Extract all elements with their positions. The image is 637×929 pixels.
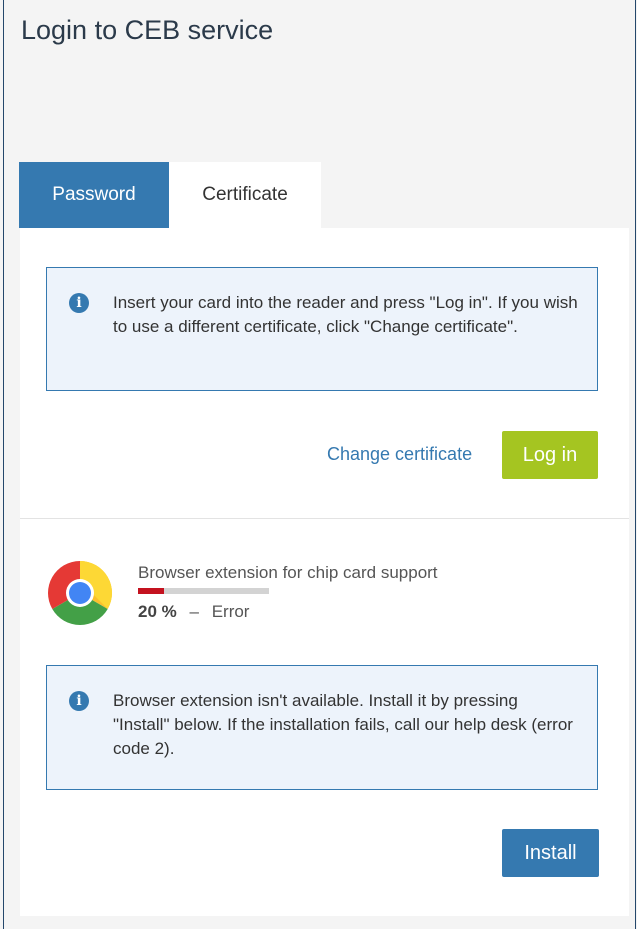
- install-button[interactable]: Install: [502, 829, 599, 877]
- chrome-icon: [48, 561, 112, 625]
- progress-percent: 20 %: [138, 602, 177, 621]
- tab-certificate[interactable]: Certificate: [169, 162, 321, 228]
- status-text: Error: [211, 602, 250, 621]
- info-icon: i: [69, 293, 89, 313]
- extension-info-box: i Browser extension isn't available. Ins…: [46, 665, 598, 790]
- extension-progress-status: 20 % – Error: [138, 602, 249, 622]
- change-certificate-link[interactable]: Change certificate: [327, 444, 472, 465]
- login-button[interactable]: Log in: [502, 431, 598, 479]
- info-icon: i: [69, 691, 89, 711]
- page-title: Login to CEB service: [21, 15, 274, 45]
- certificate-panel: i Insert your card into the reader and p…: [20, 228, 629, 916]
- extension-progress-bar: [138, 588, 269, 594]
- certificate-info-text: Insert your card into the reader and pre…: [113, 293, 578, 336]
- tab-password[interactable]: Password: [19, 162, 169, 228]
- extension-info-text: Browser extension isn't available. Insta…: [113, 691, 573, 758]
- login-window: Login to CEB service Password Certificat…: [3, 0, 636, 929]
- certificate-info-box: i Insert your card into the reader and p…: [46, 267, 598, 391]
- extension-title: Browser extension for chip card support: [138, 563, 438, 582]
- status-separator: –: [189, 602, 199, 621]
- progress-fill: [138, 588, 165, 594]
- section-divider: [20, 518, 629, 519]
